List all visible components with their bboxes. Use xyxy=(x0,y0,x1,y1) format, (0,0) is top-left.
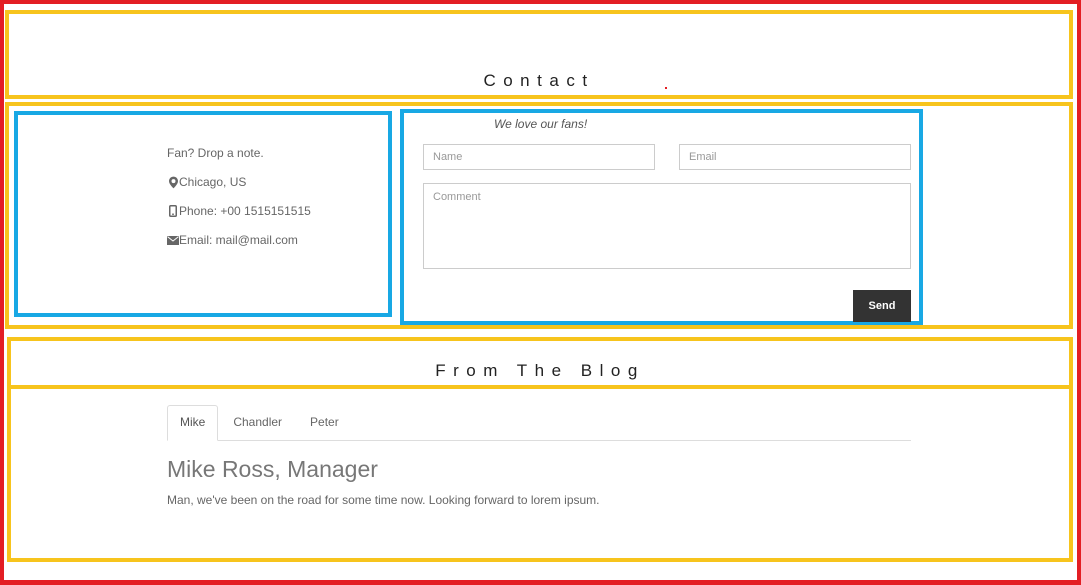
mobile-phone-icon xyxy=(167,203,179,219)
send-button[interactable]: Send xyxy=(853,290,911,322)
email-row: Email: mail@mail.com xyxy=(167,232,298,248)
contact-section-title: Contact xyxy=(483,71,595,90)
contact-intro: Fan? Drop a note. xyxy=(167,146,264,160)
red-dot-marker xyxy=(665,87,667,89)
post-heading: Mike Ross, Manager xyxy=(167,456,378,482)
email-text: Email: mail@mail.com xyxy=(179,233,298,247)
form-tagline: We love our fans! xyxy=(494,117,588,131)
tab-mike[interactable]: Mike xyxy=(167,405,219,441)
phone-text: Phone: +00 1515151515 xyxy=(179,204,311,218)
envelope-icon xyxy=(167,232,179,248)
email-input[interactable] xyxy=(679,144,911,170)
tab-chandler[interactable]: Chandler xyxy=(220,405,295,441)
location-text: Chicago, US xyxy=(179,175,247,189)
location-row: Chicago, US xyxy=(167,174,246,190)
tab-peter[interactable]: Peter xyxy=(297,405,352,441)
blog-section-title: From The Blog xyxy=(435,361,645,380)
name-input[interactable] xyxy=(423,144,655,170)
map-marker-icon xyxy=(167,174,179,190)
phone-row: Phone: +00 1515151515 xyxy=(167,203,311,219)
blog-author-tabs: Mike Chandler Peter xyxy=(167,405,911,441)
comment-textarea[interactable] xyxy=(423,183,911,269)
post-body: Man, we've been on the road for some tim… xyxy=(167,493,600,507)
